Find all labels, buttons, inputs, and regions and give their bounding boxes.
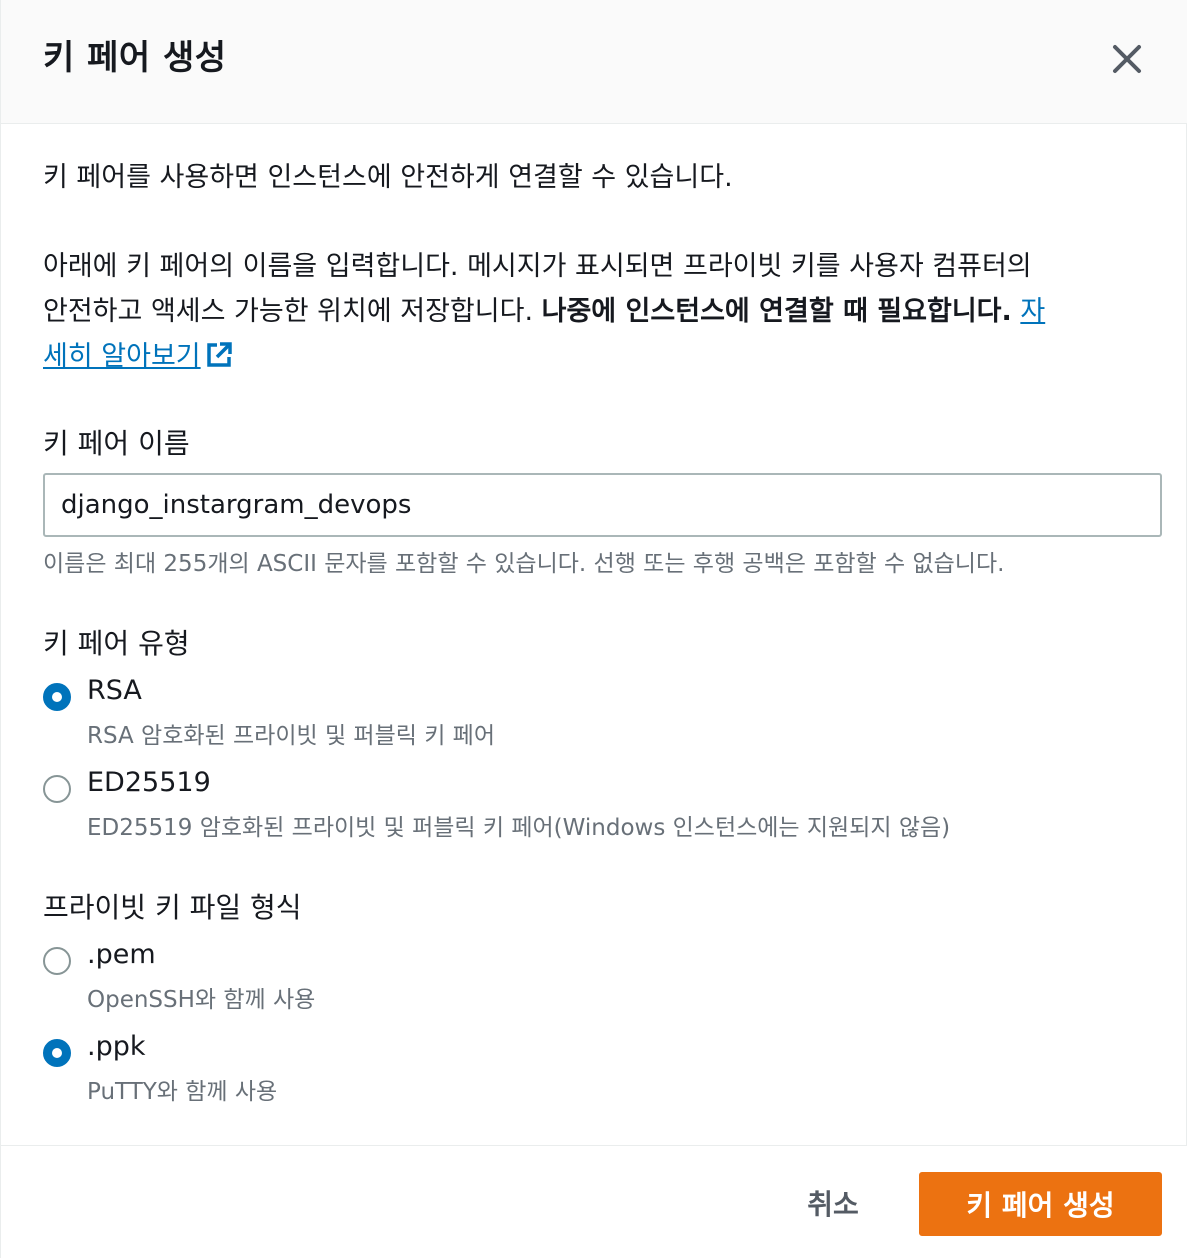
radio-ed25519-indicator[interactable] (43, 775, 71, 803)
radio-pem-label: .pem (87, 939, 156, 970)
description-line1: 아래에 키 페어의 이름을 입력합니다. 메시지가 표시되면 프라이빗 키를 사… (43, 251, 1032, 282)
key-type-label: 키 페어 유형 (43, 627, 190, 660)
learn-more-link-start[interactable]: 자 (1020, 296, 1045, 327)
radio-pem[interactable]: .pem OpenSSH와 함께 사용 (43, 939, 1143, 1027)
radio-pem-indicator[interactable] (43, 947, 71, 975)
modal-title: 키 페어 생성 (43, 38, 227, 78)
radio-rsa[interactable]: RSA RSA 암호화된 프라이빗 및 퍼블릭 키 페어 (43, 675, 1143, 763)
radio-ppk[interactable]: .ppk PuTTY와 함께 사용 (43, 1031, 1143, 1119)
description-bold: 나중에 인스턴스에 연결할 때 필요합니다. (541, 296, 1012, 327)
key-name-label: 키 페어 이름 (43, 427, 190, 460)
radio-rsa-indicator[interactable] (43, 683, 71, 711)
radio-ed25519-label: ED25519 (87, 767, 211, 798)
external-link-icon (206, 342, 232, 367)
description-text: 아래에 키 페어의 이름을 입력합니다. 메시지가 표시되면 프라이빗 키를 사… (43, 244, 1143, 379)
description-line2: 안전하고 액세스 가능한 위치에 저장합니다. (43, 296, 542, 327)
radio-ppk-description: PuTTY와 함께 사용 (87, 1079, 278, 1105)
radio-ed25519[interactable]: ED25519 ED25519 암호화된 프라이빗 및 퍼블릭 키 페어(Win… (43, 767, 1143, 855)
cancel-button[interactable]: 취소 (781, 1172, 885, 1234)
create-key-pair-modal: 키 페어 생성 키 페어를 사용하면 인스턴스에 안전하게 연결할 수 있습니다… (0, 0, 1187, 1258)
close-icon (1113, 45, 1141, 73)
file-format-label: 프라이빗 키 파일 형식 (43, 891, 302, 924)
intro-text: 키 페어를 사용하면 인스턴스에 안전하게 연결할 수 있습니다. (43, 162, 733, 193)
learn-more-link[interactable]: 세히 알아보기 (43, 341, 201, 372)
radio-ppk-label: .ppk (87, 1031, 146, 1062)
radio-pem-description: OpenSSH와 함께 사용 (87, 987, 316, 1013)
modal-footer: 취소 키 페어 생성 (1, 1145, 1187, 1258)
close-button[interactable] (1104, 36, 1150, 82)
radio-ed25519-description: ED25519 암호화된 프라이빗 및 퍼블릭 키 페어(Windows 인스턴… (87, 815, 951, 841)
radio-rsa-description: RSA 암호화된 프라이빗 및 퍼블릭 키 페어 (87, 723, 496, 749)
radio-ppk-indicator[interactable] (43, 1039, 71, 1067)
radio-rsa-label: RSA (87, 675, 142, 706)
key-name-input[interactable] (43, 473, 1162, 537)
create-key-pair-button[interactable]: 키 페어 생성 (919, 1172, 1162, 1236)
modal-header: 키 페어 생성 (1, 0, 1187, 124)
key-name-hint: 이름은 최대 255개의 ASCII 문자를 포함할 수 있습니다. 선행 또는… (43, 551, 1005, 577)
learn-more-label: 세히 알아보기 (43, 341, 201, 372)
